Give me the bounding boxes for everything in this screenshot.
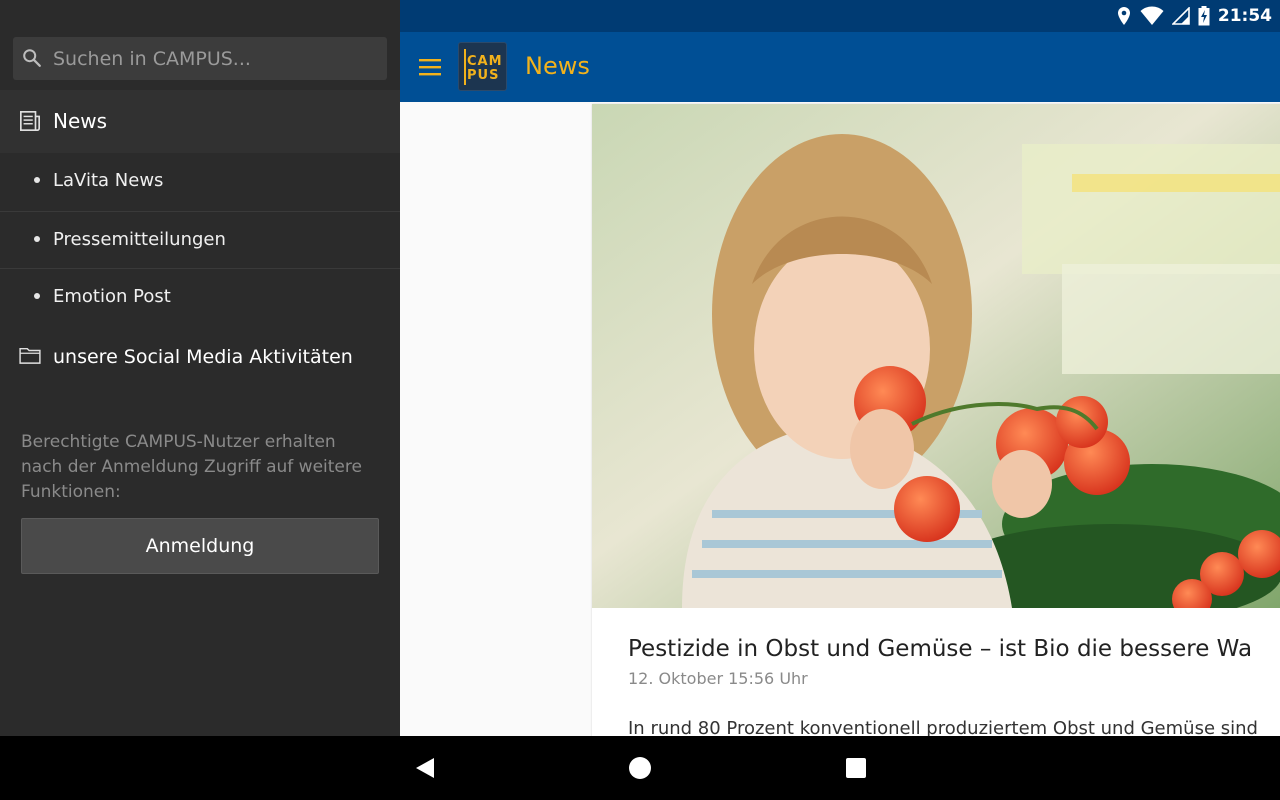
home-icon[interactable] bbox=[628, 756, 652, 780]
battery-charging-icon bbox=[1198, 6, 1210, 26]
article-hero-image bbox=[592, 104, 1280, 608]
location-icon bbox=[1117, 7, 1130, 25]
drawer-subitem-emotion-post[interactable]: Emotion Post bbox=[0, 268, 400, 325]
bullet bbox=[34, 293, 40, 299]
back-icon[interactable] bbox=[414, 756, 436, 780]
logo-text-line2: PUS bbox=[467, 68, 500, 83]
search-box[interactable] bbox=[13, 37, 387, 80]
bullet bbox=[34, 236, 40, 242]
recents-icon[interactable] bbox=[845, 756, 867, 780]
hamburger-menu-icon[interactable] bbox=[419, 57, 441, 77]
cellular-signal-icon bbox=[1171, 7, 1190, 25]
login-button[interactable]: Anmeldung bbox=[21, 518, 379, 574]
search-input[interactable] bbox=[53, 37, 373, 80]
drawer-item-social-label: unsere Social Media Aktivitäten bbox=[53, 346, 353, 368]
drawer-item-news-label: News bbox=[53, 109, 108, 133]
drawer-subitem-label: Emotion Post bbox=[53, 286, 171, 307]
article-title[interactable]: Pestizide in Obst und Gemüse – ist Bio d… bbox=[628, 636, 1252, 662]
newspaper-icon bbox=[20, 111, 40, 131]
drawer-item-social-media[interactable]: unsere Social Media Aktivitäten bbox=[0, 326, 400, 386]
app-bar: CAM PUS News bbox=[400, 32, 1280, 102]
navigation-drawer: News LaVita News Pressemitteilungen Emot… bbox=[0, 0, 400, 736]
drawer-subitem-lavita-news[interactable]: LaVita News bbox=[0, 153, 400, 210]
status-time: 21:54 bbox=[1217, 6, 1272, 26]
login-hint-text: Berechtigte CAMPUS-Nutzer erhalten nach … bbox=[21, 432, 362, 502]
page-title: News bbox=[525, 52, 590, 80]
drawer-subitem-label: LaVita News bbox=[53, 170, 164, 191]
article-teaser: In rund 80 Prozent konventionell produzi… bbox=[628, 718, 1258, 736]
search-icon bbox=[23, 49, 41, 67]
wifi-icon bbox=[1140, 6, 1164, 25]
status-icons: 21:54 bbox=[1116, 4, 1272, 28]
logo-text-line1: CAM bbox=[467, 54, 503, 69]
system-navigation-bar bbox=[0, 736, 1280, 800]
drawer-subitem-pressemitteilungen[interactable]: Pressemitteilungen bbox=[0, 211, 400, 268]
campus-logo: CAM PUS bbox=[458, 42, 507, 91]
news-card[interactable]: Pestizide in Obst und Gemüse – ist Bio d… bbox=[592, 104, 1280, 736]
logo-bar bbox=[464, 49, 466, 85]
status-bar: 21:54 bbox=[400, 0, 1280, 32]
article-date: 12. Oktober 15:56 Uhr bbox=[628, 669, 808, 688]
drawer-item-news[interactable]: News bbox=[0, 90, 400, 153]
drawer-subitem-label: Pressemitteilungen bbox=[53, 229, 226, 250]
bullet bbox=[34, 177, 40, 183]
main-content: 21:54 CAM PUS News Pestizide in Obst und… bbox=[400, 0, 1280, 736]
folder-icon bbox=[19, 347, 41, 364]
